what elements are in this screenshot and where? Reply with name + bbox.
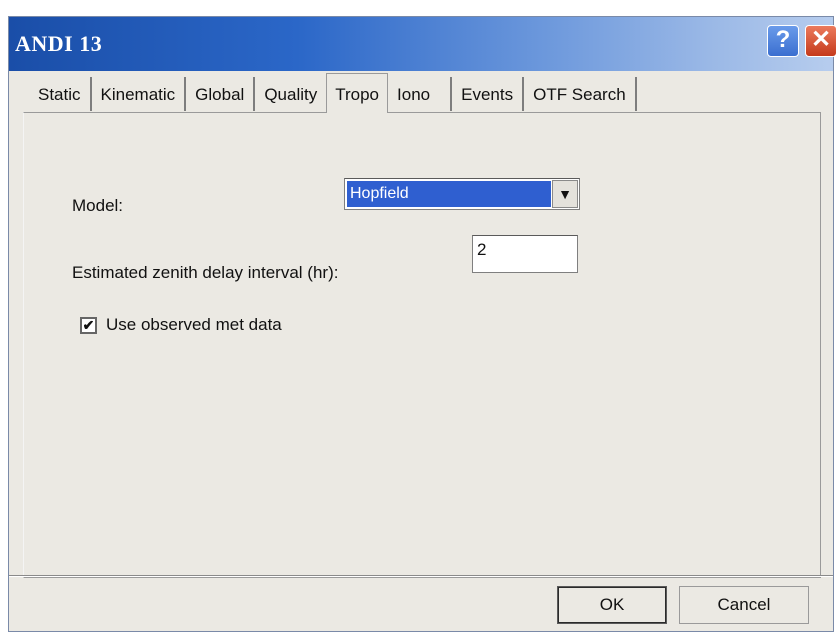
tab-kinematic[interactable]: Kinematic xyxy=(92,77,187,111)
tab-strip: Static Kinematic Global Quality Tropo Io… xyxy=(29,73,637,113)
tab-events[interactable]: Events xyxy=(452,77,525,111)
check-icon: ✔ xyxy=(82,317,95,333)
chevron-down-icon: ▼ xyxy=(558,186,572,202)
zenith-delay-label: Estimated zenith delay interval (hr): xyxy=(72,263,339,282)
help-button[interactable]: ? xyxy=(767,25,799,57)
dropdown-arrow-button[interactable]: ▼ xyxy=(552,180,578,208)
close-button[interactable]: ✕ xyxy=(805,25,837,57)
ok-button[interactable]: OK xyxy=(557,586,667,624)
model-selected-value: Hopfield xyxy=(347,181,551,207)
button-divider xyxy=(9,575,833,577)
model-dropdown[interactable]: Hopfield ▼ xyxy=(344,178,580,210)
tropo-panel: Model: Hopfield ▼ Estimated zenith delay… xyxy=(23,112,821,578)
help-icon: ? xyxy=(775,26,791,53)
tab-otf-search[interactable]: OTF Search xyxy=(524,77,637,111)
title-bar[interactable]: ANDI 13 ? ✕ xyxy=(9,17,837,71)
close-icon: ✕ xyxy=(810,26,832,53)
tab-quality[interactable]: Quality xyxy=(255,77,326,111)
dialog-window: ANDI 13 ? ✕ Static Kinematic Global Qual… xyxy=(8,16,837,632)
model-label: Model: xyxy=(72,196,124,215)
tab-iono[interactable]: Iono xyxy=(388,77,453,111)
met-data-label[interactable]: Use observed met data xyxy=(106,315,282,335)
zenith-delay-input[interactable]: 2 xyxy=(472,235,578,273)
tab-global[interactable]: Global xyxy=(186,77,256,111)
window-title: ANDI 13 xyxy=(15,31,103,56)
cancel-button[interactable]: Cancel xyxy=(679,586,809,624)
tab-static[interactable]: Static xyxy=(29,77,92,111)
tab-tropo[interactable]: Tropo xyxy=(326,73,389,113)
met-data-checkbox[interactable]: ✔ xyxy=(80,317,97,334)
